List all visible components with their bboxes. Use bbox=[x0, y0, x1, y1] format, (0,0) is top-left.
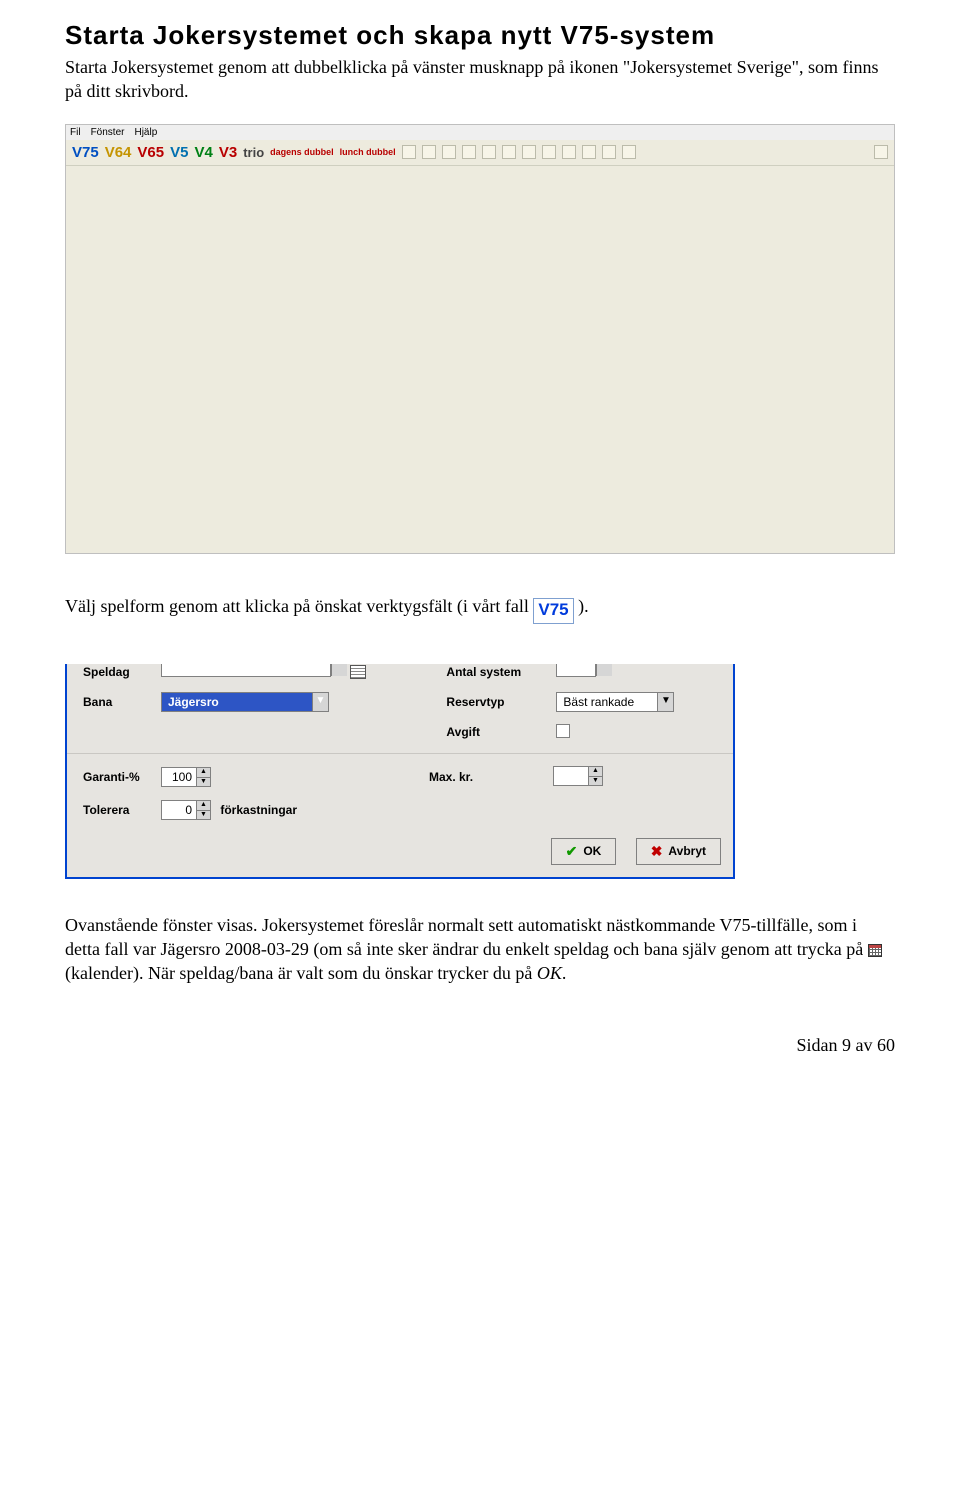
close-icon: ✖ bbox=[651, 843, 663, 860]
final-text-b: (kalender). När speldag/bana är valt som… bbox=[65, 963, 537, 983]
maxkr-spinner[interactable]: ▲▼ bbox=[553, 766, 603, 786]
spin-down-icon[interactable]: ▼ bbox=[196, 810, 210, 819]
toolbar-icon-folder[interactable] bbox=[422, 145, 436, 159]
bana-value: Jägersro bbox=[162, 695, 312, 709]
toolbar-icon-open[interactable] bbox=[402, 145, 416, 159]
toolbar-icon-11[interactable] bbox=[602, 145, 616, 159]
ok-word: OK bbox=[537, 963, 562, 983]
final-text-c: . bbox=[562, 963, 567, 983]
final-paragraph: Ovanstående fönster visas. Jokersystemet… bbox=[65, 913, 895, 986]
mid-text-a: Välj spelform genom att klicka på önskat… bbox=[65, 596, 533, 616]
v75-icon: V75 bbox=[533, 598, 573, 624]
toolbar-icon-print[interactable] bbox=[562, 145, 576, 159]
reservtyp-label: Reservtyp bbox=[442, 686, 552, 718]
garanti-label: Garanti-% bbox=[79, 760, 157, 794]
antal-system-field[interactable] bbox=[556, 664, 596, 677]
garanti-value: 100 bbox=[162, 768, 196, 786]
toolbar-v4[interactable]: V4 bbox=[194, 144, 212, 161]
tolerera-spinner[interactable]: 0 ▲▼ bbox=[161, 800, 211, 820]
menu-help[interactable]: Hjälp bbox=[134, 127, 157, 138]
speldag-field[interactable] bbox=[161, 664, 331, 677]
final-text-a: Ovanstående fönster visas. Jokersystemet… bbox=[65, 915, 868, 959]
reservtyp-value: Bäst rankade bbox=[557, 695, 657, 709]
reservtyp-combobox[interactable]: Bäst rankade ▼ bbox=[556, 692, 674, 712]
toolbar-dagens-dubbel[interactable]: dagens dubbel bbox=[270, 147, 334, 157]
cancel-button-label: Avbryt bbox=[668, 844, 706, 858]
mid-text-b: ). bbox=[578, 596, 589, 616]
toolbar-icon-7[interactable] bbox=[522, 145, 536, 159]
menu-file[interactable]: Fil bbox=[70, 127, 81, 138]
spin-up-icon[interactable]: ▲ bbox=[196, 801, 210, 810]
toolbar-lunch-dubbel[interactable]: lunch dubbel bbox=[340, 147, 396, 157]
screenshot-dialog: Speldag Antal system Bana Jägersro ▼ Res… bbox=[65, 664, 735, 879]
tolerera-suffix: förkastningar bbox=[214, 803, 297, 817]
toolbar-v65[interactable]: V65 bbox=[137, 144, 164, 161]
intro-paragraph: Starta Jokersystemet genom att dubbelkli… bbox=[65, 55, 895, 104]
toolbar-v3[interactable]: V3 bbox=[219, 144, 237, 161]
bana-label: Bana bbox=[79, 686, 157, 718]
chevron-down-icon[interactable]: ▼ bbox=[312, 693, 328, 711]
toolbar-icon-12[interactable] bbox=[622, 145, 636, 159]
toolbar-icon-5[interactable] bbox=[482, 145, 496, 159]
tolerera-label: Tolerera bbox=[79, 794, 157, 826]
avgift-label: Avgift bbox=[442, 718, 552, 747]
separator bbox=[67, 753, 733, 754]
spin-up-icon[interactable]: ▲ bbox=[588, 767, 602, 776]
toolbar-v64[interactable]: V64 bbox=[105, 144, 132, 161]
toolbar-v75[interactable]: V75 bbox=[72, 144, 99, 161]
screenshot-app-window: Fil Fönster Hjälp V75 V64 V65 V5 V4 V3 t… bbox=[65, 124, 895, 554]
avgift-checkbox[interactable] bbox=[556, 724, 570, 738]
speldag-label: Speldag bbox=[79, 664, 157, 686]
tolerera-value: 0 bbox=[162, 801, 196, 819]
toolbar-v5[interactable]: V5 bbox=[170, 144, 188, 161]
garanti-spinner[interactable]: 100 ▲▼ bbox=[161, 767, 211, 787]
toolbar-icon-8[interactable] bbox=[542, 145, 556, 159]
calendar-icon[interactable] bbox=[350, 665, 366, 679]
check-icon: ✔ bbox=[566, 843, 578, 860]
toolbar-icon-6[interactable] bbox=[502, 145, 516, 159]
cancel-button[interactable]: ✖ Avbryt bbox=[636, 838, 721, 865]
antal-system-arrow-icon[interactable] bbox=[596, 664, 612, 676]
ok-button-label: OK bbox=[583, 844, 601, 858]
toolbar-icon-save[interactable] bbox=[442, 145, 456, 159]
toolbar-trio[interactable]: trio bbox=[243, 145, 264, 160]
mid-paragraph: Välj spelform genom att klicka på önskat… bbox=[65, 594, 895, 624]
toolbar-icon-close[interactable] bbox=[874, 145, 888, 159]
page-footer: Sidan 9 av 60 bbox=[65, 1035, 895, 1056]
spin-down-icon[interactable]: ▼ bbox=[196, 777, 210, 786]
bana-combobox[interactable]: Jägersro ▼ bbox=[161, 692, 329, 712]
toolbar-icon-4[interactable] bbox=[462, 145, 476, 159]
page-title: Starta Jokersystemet och skapa nytt V75-… bbox=[65, 20, 895, 51]
ok-button[interactable]: ✔ OK bbox=[551, 838, 617, 865]
toolbar: V75 V64 V65 V5 V4 V3 trio dagens dubbel … bbox=[66, 140, 894, 166]
spin-up-icon[interactable]: ▲ bbox=[196, 768, 210, 777]
menu-window[interactable]: Fönster bbox=[91, 127, 125, 138]
chevron-down-icon[interactable]: ▼ bbox=[657, 693, 673, 711]
menubar: Fil Fönster Hjälp bbox=[66, 125, 894, 140]
spin-down-icon[interactable]: ▼ bbox=[588, 776, 602, 785]
calendar-icon bbox=[868, 944, 882, 957]
speldag-arrow-icon[interactable] bbox=[331, 664, 347, 676]
antal-system-label: Antal system bbox=[442, 664, 552, 686]
toolbar-icon-10[interactable] bbox=[582, 145, 596, 159]
maxkr-value bbox=[554, 767, 588, 785]
maxkr-label: Max. kr. bbox=[329, 760, 549, 794]
